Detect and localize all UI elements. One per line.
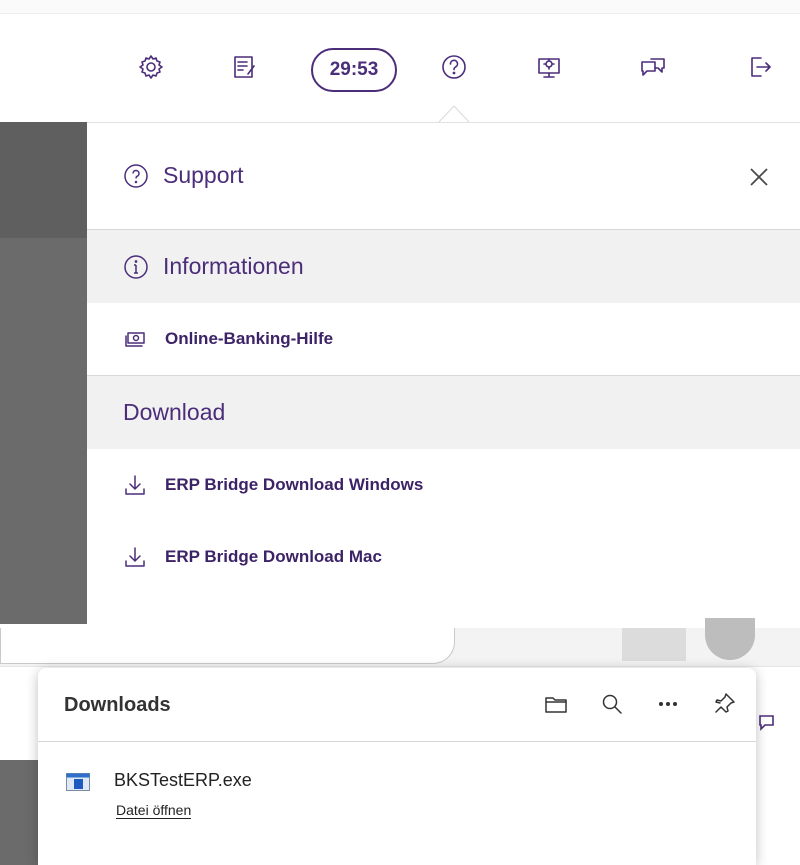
monitor-settings-icon[interactable] <box>524 42 574 92</box>
page-sidebar-strip-top <box>0 122 87 238</box>
more-icon <box>658 701 678 707</box>
menu-item-label: Online-Banking-Hilfe <box>165 329 334 348</box>
close-button[interactable] <box>748 166 770 188</box>
menu-item-label: ERP Bridge Download Windows <box>165 475 424 494</box>
session-timer[interactable]: 29:53 <box>311 48 397 92</box>
pin-button[interactable] <box>708 688 740 720</box>
section-download: Download <box>87 376 800 449</box>
support-header: Support <box>87 123 800 230</box>
section-heading: Informationen <box>163 253 304 279</box>
downloads-separator <box>38 741 756 742</box>
menu-item-erp-download-mac[interactable]: ERP Bridge Download Mac <box>87 521 800 593</box>
chat-bubbles-icon[interactable] <box>756 706 786 736</box>
file-name: BKSTestERP.exe <box>114 770 252 790</box>
search-icon <box>602 694 622 714</box>
browser-top-line <box>0 0 800 14</box>
section-informationen: Informationen <box>87 230 800 303</box>
address-bar[interactable] <box>0 628 455 664</box>
open-file-link[interactable]: Datei öffnen <box>116 802 192 819</box>
top-toolbar: 29:53 <box>0 28 800 110</box>
more-options-button[interactable] <box>652 688 684 720</box>
search-downloads-button[interactable] <box>596 688 628 720</box>
logout-icon[interactable] <box>734 42 784 92</box>
toolbar-button-bg <box>622 628 686 661</box>
download-icon <box>125 475 145 495</box>
section-heading: Download <box>123 399 226 425</box>
menu-item-label: ERP Bridge Download Mac <box>165 547 382 566</box>
open-folder-button[interactable] <box>540 688 572 720</box>
help-circle-icon <box>124 163 148 188</box>
page-sidebar-strip-lower <box>0 760 40 865</box>
downloads-flyout: Downloads BKSTestERP.exe Datei öffnen <box>38 668 756 865</box>
downloads-actions <box>540 688 740 720</box>
menu-item-online-banking-hilfe[interactable]: Online-Banking-Hilfe <box>87 303 800 375</box>
gear-icon[interactable] <box>126 42 176 92</box>
close-icon <box>750 168 768 186</box>
support-title-text: Support <box>163 162 244 188</box>
info-circle-icon <box>124 254 148 279</box>
support-title: Support <box>123 162 244 189</box>
support-panel: Support Informationen Online-Banking-Hil… <box>87 122 800 624</box>
help-circle-icon[interactable] <box>429 42 479 92</box>
popover-caret <box>437 104 471 124</box>
exe-file-icon <box>66 773 90 791</box>
money-icon <box>125 332 145 347</box>
pin-icon <box>715 693 735 713</box>
menu-item-erp-download-windows[interactable]: ERP Bridge Download Windows <box>87 449 800 521</box>
chat-bubbles-icon[interactable] <box>628 42 678 92</box>
folder-icon <box>545 697 567 713</box>
download-item[interactable]: BKSTestERP.exe Datei öffnen <box>62 770 722 830</box>
document-edit-icon[interactable] <box>219 42 269 92</box>
downloads-title: Downloads <box>64 694 171 716</box>
download-icon <box>125 547 145 567</box>
page-border <box>0 666 800 667</box>
